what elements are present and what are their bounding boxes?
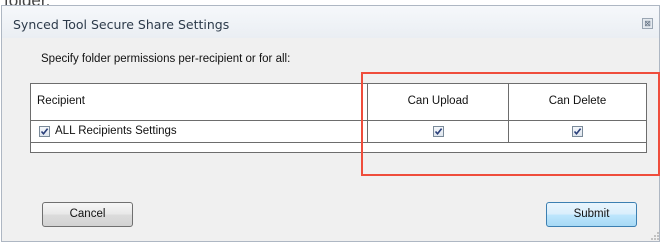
recipient-checkbox[interactable] — [39, 126, 50, 137]
recipient-name: ALL Recipients Settings — [55, 125, 177, 137]
can-delete-checkbox[interactable] — [572, 126, 583, 137]
can-upload-cell — [368, 121, 509, 143]
header-recipient: Recipient — [31, 84, 368, 121]
header-can-upload: Can Upload — [368, 84, 509, 121]
submit-button[interactable]: Submit — [546, 202, 637, 227]
can-delete-cell — [509, 121, 646, 143]
close-button[interactable]: ⊠ — [642, 18, 653, 29]
header-can-delete-label: Can Delete — [548, 95, 607, 107]
resize-grip-icon[interactable] — [650, 231, 660, 241]
header-can-delete: Can Delete — [509, 84, 646, 121]
header-recipient-label: Recipient — [37, 95, 85, 107]
permissions-table: Recipient Can Upload Can Delete ALL Reci… — [30, 83, 647, 153]
dialog-title: Synced Tool Secure Share Settings — [13, 17, 230, 32]
cancel-button[interactable]: Cancel — [42, 202, 133, 227]
instruction-text: Specify folder permissions per-recipient… — [41, 53, 291, 65]
can-upload-checkbox[interactable] — [433, 126, 444, 137]
table-row: ALL Recipients Settings — [31, 121, 368, 143]
check-mark-icon — [40, 128, 49, 136]
header-can-upload-label: Can Upload — [407, 95, 469, 107]
check-mark-icon — [573, 128, 582, 136]
check-mark-icon — [434, 128, 443, 136]
title-bar: Synced Tool Secure Share Settings ⊠ — [2, 6, 659, 38]
